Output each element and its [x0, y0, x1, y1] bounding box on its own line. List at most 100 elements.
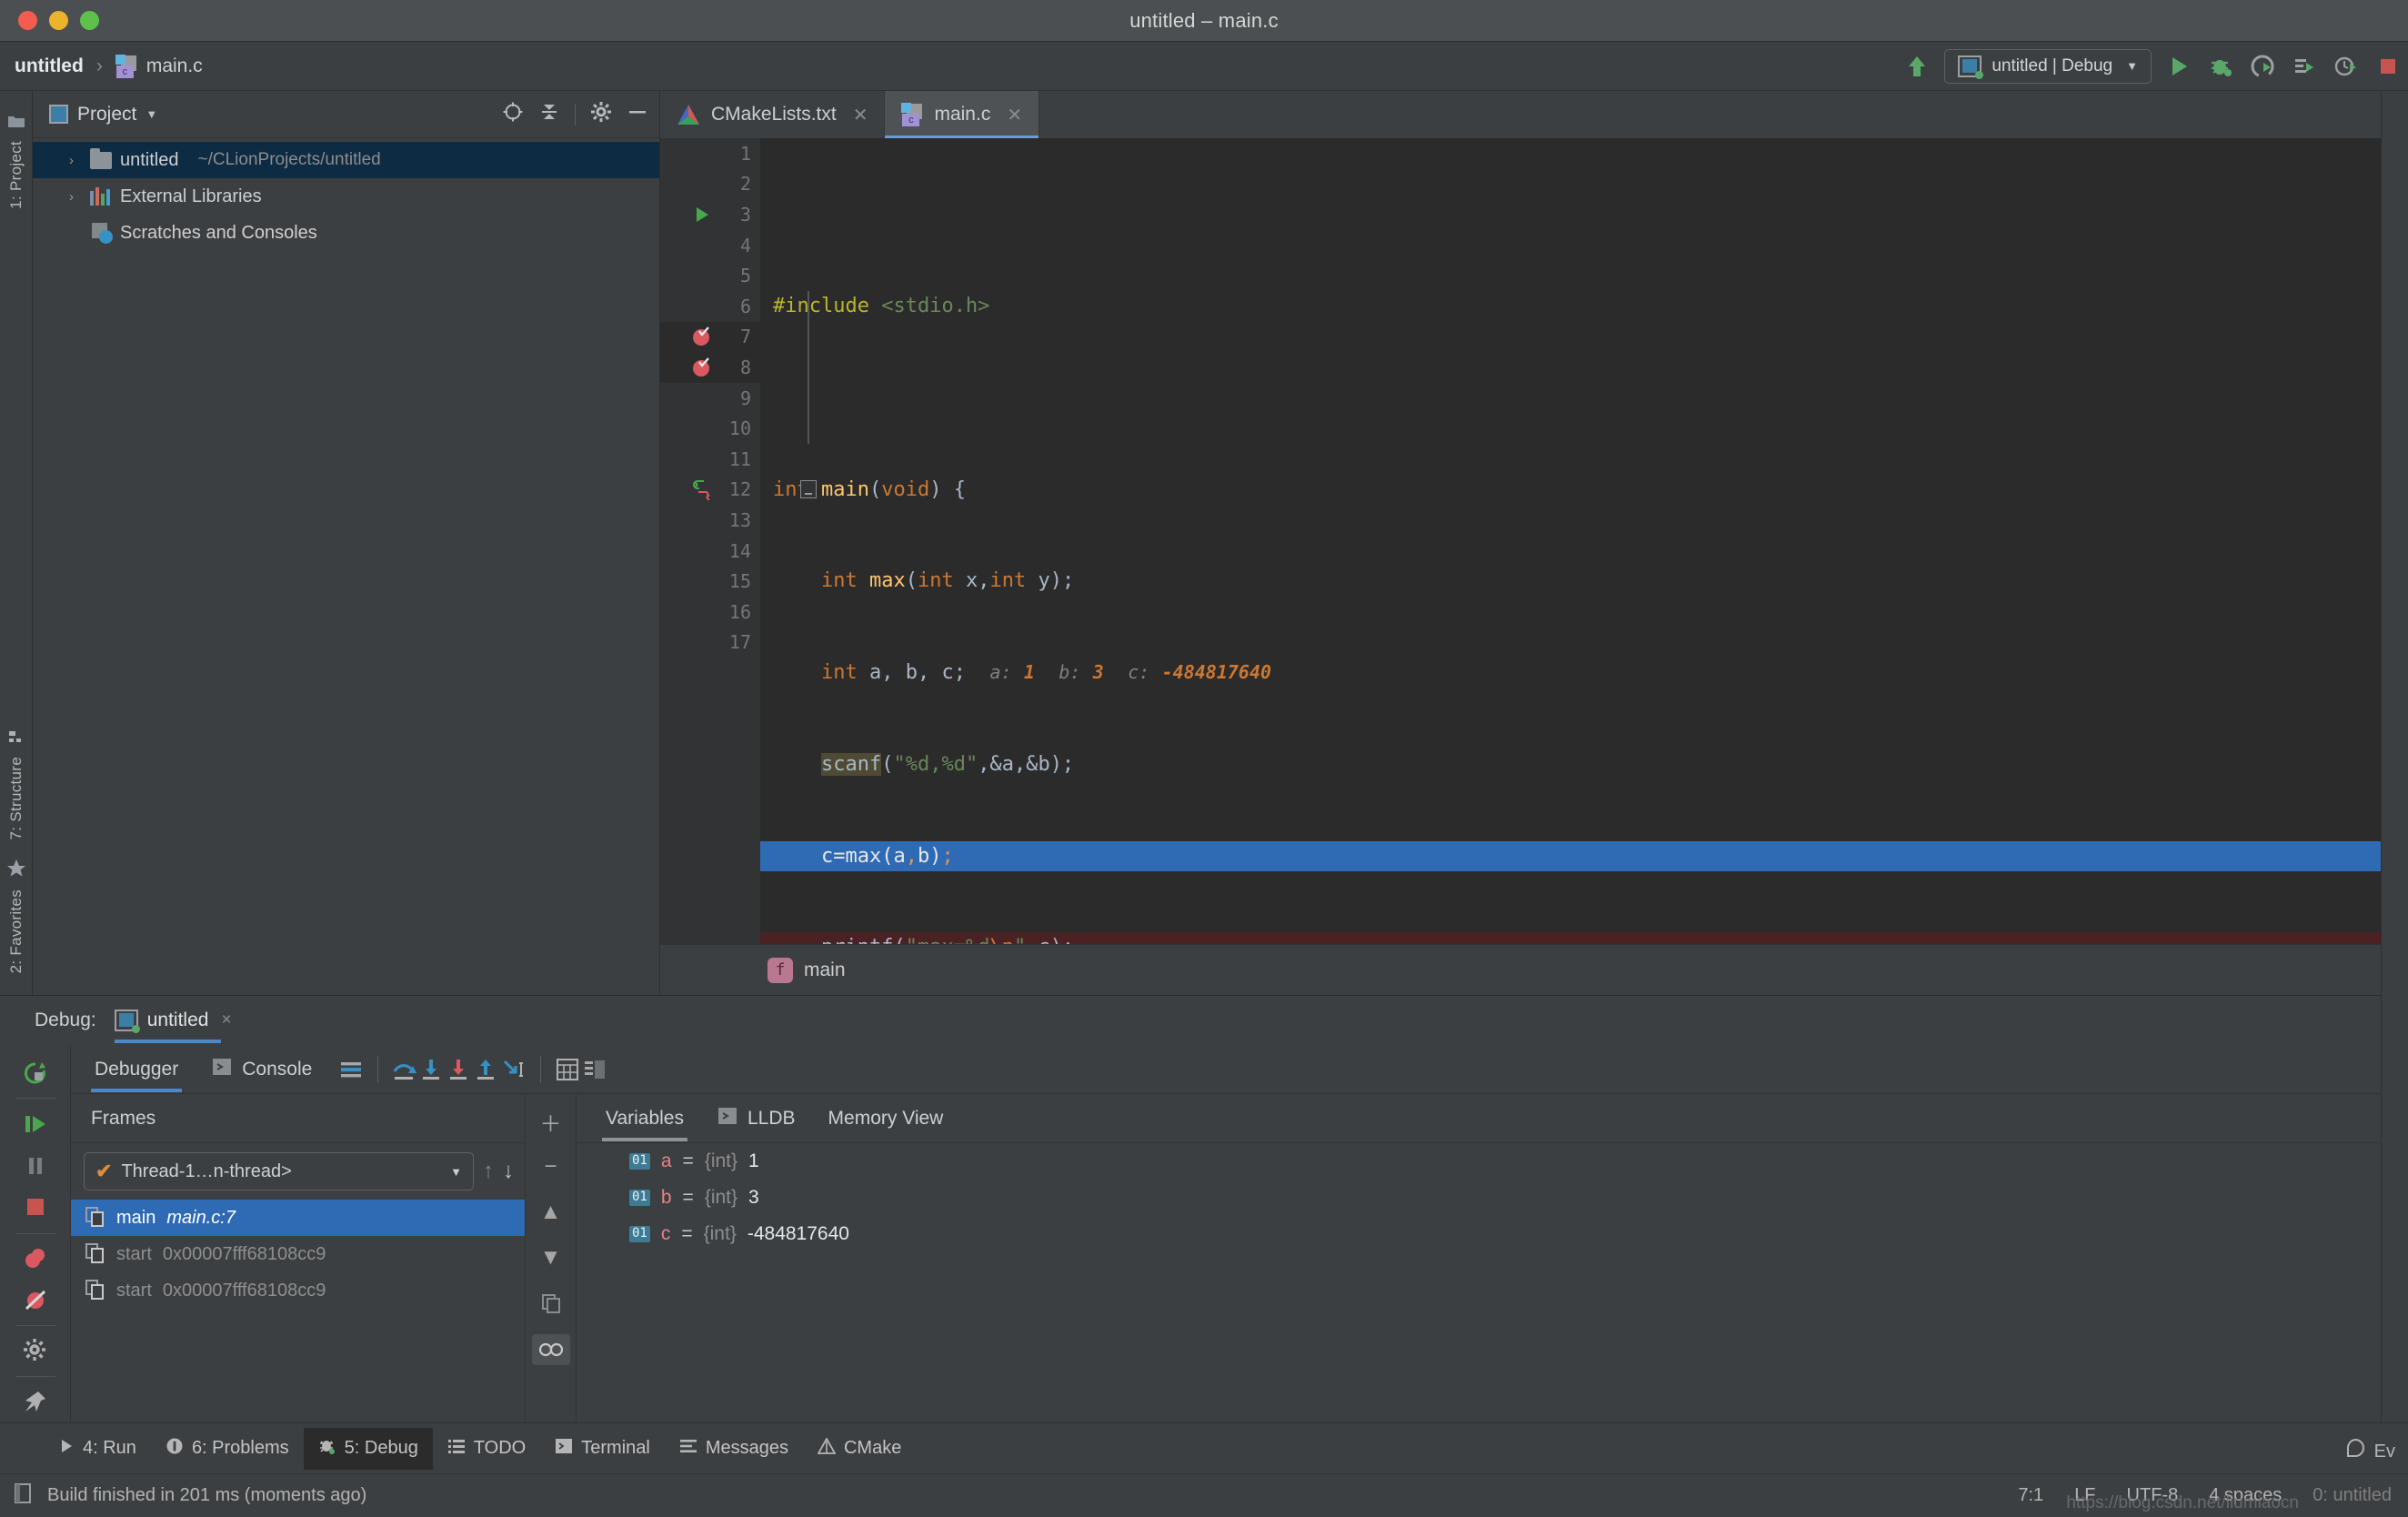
gutter-line[interactable]: 11 — [660, 444, 760, 475]
move-up-icon[interactable]: ▲ — [535, 1198, 567, 1227]
arrow-down-icon[interactable]: ↓ — [503, 1159, 514, 1184]
profile-icon[interactable] — [2290, 52, 2319, 81]
stop-icon[interactable] — [10, 1187, 61, 1229]
move-down-icon[interactable]: ▼ — [535, 1243, 567, 1272]
settings-gear-icon[interactable] — [10, 1330, 61, 1371]
mute-breakpoints-icon[interactable] — [10, 1280, 61, 1321]
collapse-all-icon[interactable] — [538, 101, 560, 127]
gutter-line[interactable]: 15 — [660, 566, 760, 597]
step-over-icon[interactable] — [391, 1057, 418, 1082]
run-icon[interactable] — [2164, 52, 2193, 81]
event-log-button[interactable]: Ev — [2343, 1437, 2395, 1466]
tool-window-debug[interactable]: 5: Debug — [303, 1427, 433, 1470]
gutter-line[interactable]: 10 — [660, 413, 760, 444]
tab-variables[interactable]: Variables — [589, 1094, 700, 1143]
hide-icon[interactable] — [627, 101, 648, 127]
code-line[interactable] — [760, 383, 2383, 414]
mute-breakpoints-icon[interactable] — [337, 1057, 365, 1082]
editor-breadcrumb-label[interactable]: main — [804, 959, 846, 981]
debug-session-tab[interactable]: untitled × — [109, 996, 237, 1045]
gutter-line[interactable]: 6 — [660, 291, 760, 322]
gutter-line[interactable]: 4 — [660, 230, 760, 261]
pause-icon[interactable] — [10, 1145, 61, 1187]
frame-row[interactable]: main main.c:7 — [71, 1200, 525, 1236]
indent-setting[interactable]: 4 spaces — [2209, 1485, 2282, 1506]
tree-item-untitled[interactable]: › untitled ~/CLionProjects/untitled — [33, 142, 659, 178]
gutter-line[interactable]: 2 — [660, 169, 760, 200]
project-panel-title-group[interactable]: Project ▼ — [49, 104, 157, 126]
gutter-line[interactable]: 1 — [660, 138, 760, 169]
tab-mainc[interactable]: c main.c ✕ — [885, 91, 1040, 138]
settings-gear-icon[interactable] — [590, 101, 612, 127]
frame-row[interactable]: start 0x00007fff68108cc9 — [71, 1236, 525, 1272]
gutter-line[interactable]: 14 — [660, 536, 760, 567]
code-text[interactable]: #include <stdio.h> int main(void) { int … — [760, 138, 2383, 944]
gutter-line[interactable]: 13 — [660, 505, 760, 536]
step-into-icon[interactable] — [418, 1057, 446, 1082]
frame-row[interactable]: start 0x00007fff68108cc9 — [71, 1272, 525, 1309]
run-to-cursor-icon[interactable] — [500, 1057, 527, 1082]
tool-window-messages[interactable]: Messages — [665, 1428, 803, 1470]
fold-toggle-icon[interactable] — [800, 480, 817, 499]
locate-icon[interactable] — [502, 101, 524, 127]
show-frames-icon[interactable] — [581, 1057, 608, 1082]
pin-tab-icon[interactable] — [10, 1381, 61, 1422]
sidebar-item-project[interactable]: 1: Project — [7, 104, 25, 218]
tab-cmakelists[interactable]: CMakeLists.txt ✕ — [660, 91, 886, 138]
sidebar-item-structure[interactable]: 7: Structure — [7, 719, 25, 849]
breadcrumb-project[interactable]: untitled — [15, 55, 84, 77]
resume-icon[interactable] — [10, 1102, 61, 1144]
tool-window-problems[interactable]: 6: Problems — [151, 1428, 304, 1470]
chevron-down-icon[interactable]: ▼ — [145, 107, 157, 121]
sidebar-item-favorites[interactable]: 2: Favorites — [6, 849, 26, 982]
tree-item-scratches[interactable]: Scratches and Consoles — [33, 215, 659, 251]
evaluate-expression-icon[interactable] — [554, 1057, 581, 1082]
breakpoint-hit-icon[interactable] — [691, 326, 713, 347]
run-gutter-icon[interactable] — [691, 204, 713, 226]
chevron-right-icon[interactable]: › — [69, 189, 82, 205]
update-project-icon[interactable] — [1902, 52, 1931, 81]
code-line-breakpoint[interactable]: printf("max=%d\n",c); — [760, 932, 2383, 944]
close-icon[interactable]: ✕ — [853, 104, 868, 126]
tool-window-run[interactable]: 4: Run — [44, 1428, 151, 1470]
thread-selector[interactable]: ✔ Thread-1…n-thread> ▼ — [84, 1152, 474, 1190]
gutter-line[interactable]: 17 — [660, 628, 760, 658]
variable-row[interactable]: 01 c = {int} -484817640 — [577, 1216, 2408, 1252]
tree-item-external-libraries[interactable]: › External Libraries — [33, 178, 659, 215]
breakpoint-hit-icon[interactable] — [691, 357, 713, 378]
tool-window-terminal[interactable]: Terminal — [540, 1428, 665, 1470]
code-line[interactable]: int max(int x,int y); — [760, 566, 2383, 597]
rerun-icon[interactable] — [10, 1052, 61, 1094]
variable-row[interactable]: 01 b = {int} 3 — [577, 1180, 2408, 1216]
inspect-icon[interactable] — [531, 1334, 570, 1365]
step-out-icon[interactable] — [473, 1057, 500, 1082]
tool-window-todo[interactable]: TODO — [433, 1428, 540, 1470]
chevron-right-icon[interactable]: › — [69, 153, 82, 168]
code-editor[interactable]: 1 2 3 4 5 6 7 8 9 10 11 12 13 14 15 16 1… — [660, 138, 2408, 944]
run-with-coverage-icon[interactable] — [2248, 52, 2277, 81]
editor-gutter[interactable]: 1 2 3 4 5 6 7 8 9 10 11 12 13 14 15 16 1… — [660, 138, 760, 944]
code-line-current[interactable]: c=max(a,b); — [760, 840, 2383, 872]
copy-icon[interactable] — [535, 1289, 567, 1318]
breadcrumb-file[interactable]: main.c — [146, 55, 203, 77]
code-line[interactable]: #include <stdio.h> — [760, 291, 2383, 322]
tab-memory-view[interactable]: Memory View — [812, 1094, 960, 1143]
line-separator[interactable]: LF — [2074, 1485, 2095, 1506]
remove-watch-icon[interactable]: − — [535, 1152, 567, 1181]
gutter-line[interactable]: 12 — [660, 475, 760, 506]
gutter-line[interactable]: 7 — [660, 321, 760, 353]
view-breakpoints-icon[interactable] — [10, 1237, 61, 1279]
arrow-up-icon[interactable]: ↑ — [483, 1159, 494, 1184]
debug-icon[interactable] — [2206, 52, 2235, 81]
tab-console[interactable]: Console — [195, 1045, 328, 1094]
tool-window-cmake[interactable]: CMake — [803, 1428, 916, 1470]
code-line[interactable]: scanf("%d,%d",&a,&b); — [760, 749, 2383, 780]
gutter-line[interactable]: 9 — [660, 383, 760, 414]
close-icon[interactable]: × — [221, 1010, 231, 1030]
code-line[interactable]: int main(void) { — [760, 475, 2383, 506]
tab-lldb[interactable]: LLDB — [700, 1094, 812, 1143]
gutter-line[interactable]: 3 — [660, 199, 760, 230]
close-icon[interactable]: ✕ — [1007, 104, 1022, 126]
gutter-line[interactable]: 8 — [660, 352, 760, 383]
code-line-with-hints[interactable]: int a, b, c; a: 1 b: 3 c: -484817640 — [760, 658, 2383, 688]
